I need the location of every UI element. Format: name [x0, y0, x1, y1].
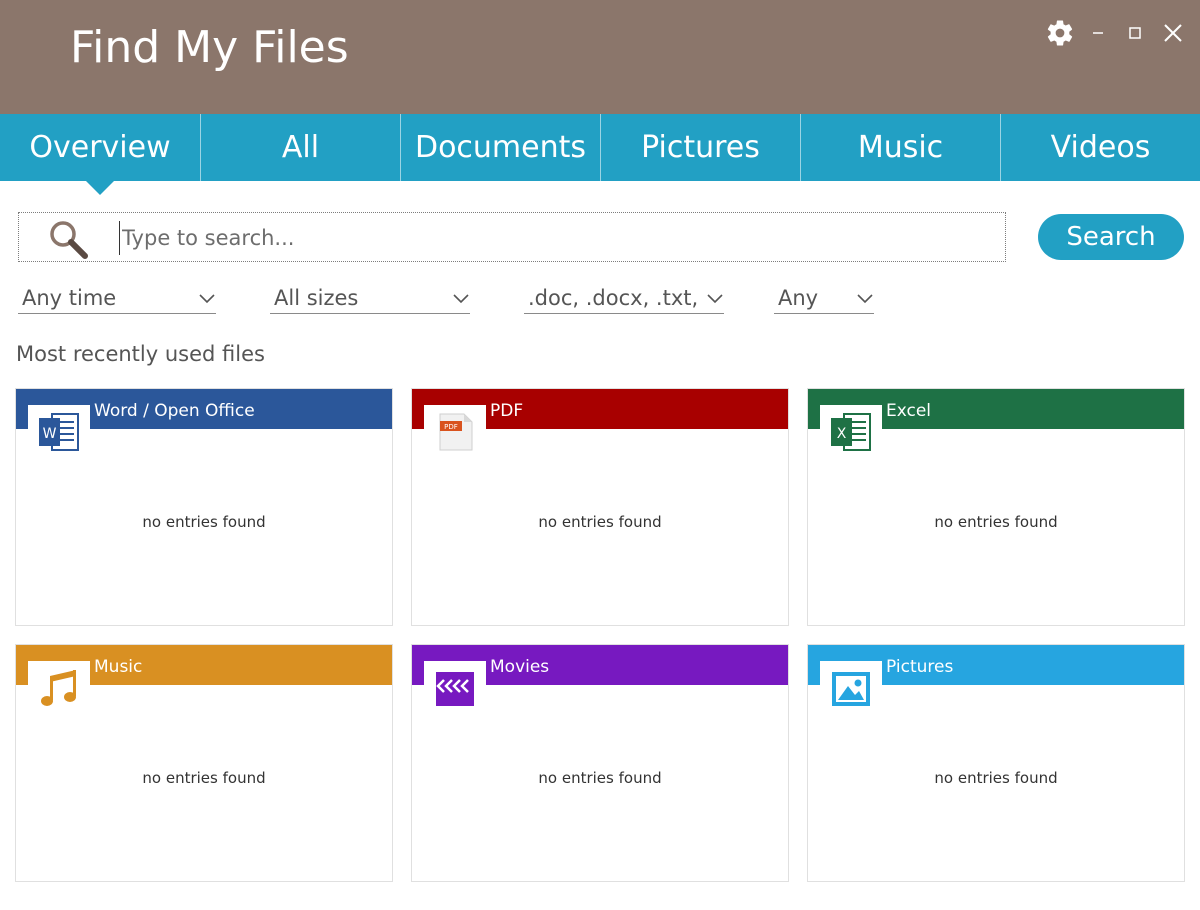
card-title: Excel [886, 401, 932, 421]
card-excel[interactable]: Excel X no entries found [807, 388, 1185, 626]
card-title: Music [94, 657, 143, 677]
other-filter-dropdown[interactable]: Any [774, 282, 874, 314]
svg-text:W: W [43, 426, 57, 442]
search-input[interactable] [119, 221, 989, 255]
tab-overview[interactable]: Overview [0, 114, 200, 195]
empty-state-text: no entries found [142, 513, 266, 531]
empty-state-text: no entries found [934, 769, 1058, 787]
title-bar: Find My Files [0, 0, 1200, 114]
search-icon [47, 219, 89, 259]
card-word[interactable]: Word / Open Office W no entries found [15, 388, 393, 626]
excel-icon: X [820, 405, 882, 459]
music-note-icon [28, 661, 90, 715]
empty-state-text: no entries found [142, 769, 266, 787]
close-icon[interactable] [1158, 18, 1188, 48]
chevron-down-icon [707, 293, 723, 303]
dropdown-value: Any [778, 285, 819, 310]
tab-pictures[interactable]: Pictures [600, 114, 800, 181]
svg-text:X: X [837, 426, 847, 442]
gear-icon[interactable] [1045, 18, 1075, 48]
tab-label: Music [857, 130, 944, 165]
tab-label: Documents [414, 130, 587, 165]
word-icon: W [28, 405, 90, 459]
tab-music[interactable]: Music [800, 114, 1000, 181]
card-title: PDF [490, 401, 524, 421]
type-filter-dropdown[interactable]: .doc, .docx, .txt, .xl [524, 282, 724, 314]
app-title: Find My Files [70, 22, 349, 73]
empty-state-text: no entries found [934, 513, 1058, 531]
card-pictures[interactable]: Pictures no entries found [807, 644, 1185, 882]
tab-videos[interactable]: Videos [1000, 114, 1200, 181]
tab-label: All [281, 130, 320, 165]
tab-documents[interactable]: Documents [400, 114, 600, 181]
card-title: Word / Open Office [94, 401, 255, 421]
card-title: Pictures [886, 657, 954, 677]
tab-bar: Overview All Documents Pictures Music Vi… [0, 114, 1200, 195]
dropdown-value: .doc, .docx, .txt, .xl [528, 285, 702, 310]
size-filter-dropdown[interactable]: All sizes [270, 282, 470, 314]
chevron-down-icon [857, 293, 873, 303]
card-movies[interactable]: Movies no entries found [411, 644, 789, 882]
search-button[interactable]: Search [1038, 214, 1184, 260]
picture-icon [820, 661, 882, 715]
tab-all[interactable]: All [200, 114, 400, 181]
search-box [18, 212, 1006, 262]
chevron-down-icon [199, 293, 215, 303]
active-tab-pointer [86, 181, 114, 195]
empty-state-text: no entries found [538, 769, 662, 787]
section-title: Most recently used files [16, 342, 265, 366]
clapperboard-icon [424, 661, 486, 715]
card-title: Movies [490, 657, 550, 677]
maximize-icon[interactable] [1120, 18, 1150, 48]
chevron-down-icon [453, 293, 469, 303]
tab-label: Pictures [641, 130, 760, 165]
card-pdf[interactable]: PDF PDF no entries found [411, 388, 789, 626]
dropdown-value: All sizes [274, 285, 359, 310]
empty-state-text: no entries found [538, 513, 662, 531]
dropdown-value: Any time [22, 285, 117, 310]
tab-label: Videos [1050, 130, 1151, 165]
tab-label: Overview [29, 130, 171, 165]
minimize-icon[interactable] [1083, 18, 1113, 48]
card-music[interactable]: Music no entries found [15, 644, 393, 882]
pdf-icon: PDF [424, 405, 486, 459]
svg-text:PDF: PDF [444, 423, 458, 431]
time-filter-dropdown[interactable]: Any time [18, 282, 216, 314]
